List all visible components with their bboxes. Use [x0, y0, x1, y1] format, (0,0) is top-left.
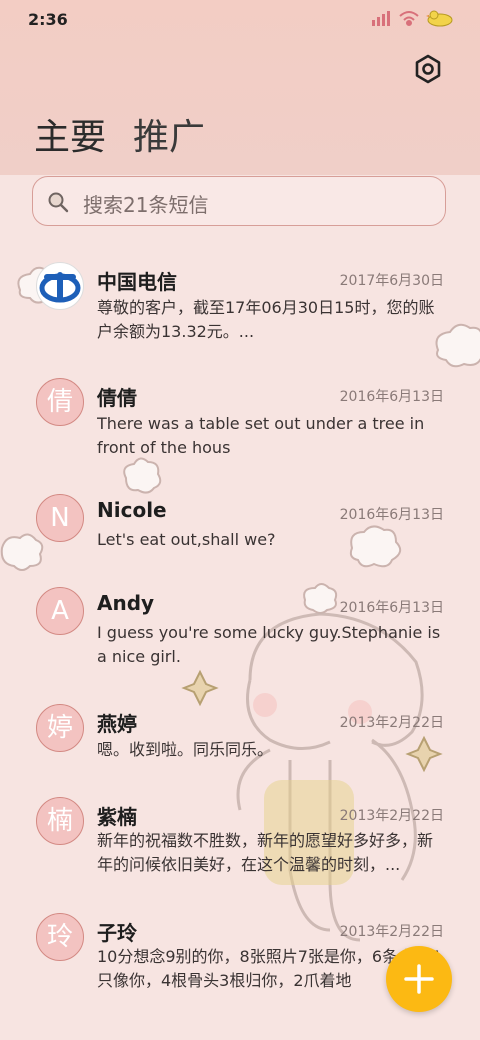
message-date: 2013年2月22日 — [339, 715, 444, 731]
message-date: 2017年6月30日 — [339, 273, 444, 289]
sender-name: 中国电信 — [97, 270, 177, 294]
sender-name: 燕婷 — [97, 712, 137, 736]
avatar — [36, 262, 84, 310]
message-date: 2013年2月22日 — [339, 808, 444, 824]
message-item[interactable]: N Nicole 2016年6月13日 Let's eat out,shall … — [0, 494, 480, 574]
tab-main[interactable]: 主要 — [34, 108, 106, 160]
avatar: 婷 — [36, 704, 84, 752]
message-preview: I guess you're some lucky guy.Stephanie … — [97, 623, 441, 666]
message-preview: Let's eat out,shall we? — [97, 530, 276, 549]
message-preview: 嗯。收到啦。同乐同乐。 — [97, 740, 274, 759]
message-preview: 尊敬的客户，截至17年06月30日15时，您的账户余额为13.32元。... — [97, 298, 435, 341]
sender-name: 子玲 — [97, 921, 137, 945]
wifi-icon — [399, 11, 419, 26]
settings-gear-icon[interactable] — [412, 53, 444, 85]
message-preview: There was a table set out under a tree i… — [97, 414, 425, 457]
status-time: 2:36 — [28, 10, 68, 29]
sender-name: Andy — [97, 591, 155, 615]
avatar: 玲 — [36, 913, 84, 961]
sender-name: 倩倩 — [97, 386, 137, 410]
message-date: 2016年6月13日 — [339, 600, 444, 616]
sender-name: 紫楠 — [97, 805, 137, 829]
message-date: 2016年6月13日 — [339, 507, 444, 523]
search-input[interactable]: 搜索21条短信 — [32, 176, 446, 226]
battery-duck-icon — [426, 10, 453, 27]
search-icon — [48, 192, 69, 213]
signal-icon — [372, 11, 390, 26]
new-message-button[interactable] — [386, 946, 452, 1012]
message-item[interactable]: 楠 紫楠 2013年2月22日 新年的祝福数不胜数，新年的愿望好多好多，新年的问… — [0, 797, 480, 897]
message-item[interactable]: 婷 燕婷 2013年2月22日 嗯。收到啦。同乐同乐。 — [0, 704, 480, 784]
search-placeholder: 搜索21条短信 — [83, 193, 209, 217]
china-telecom-logo-icon — [39, 272, 81, 303]
avatar: 倩 — [36, 378, 84, 426]
message-item[interactable]: 倩 倩倩 2016年6月13日 There was a table set ou… — [0, 378, 480, 478]
avatar: A — [36, 587, 84, 635]
message-item[interactable]: 中国电信 2017年6月30日 尊敬的客户，截至17年06月30日15时，您的账… — [0, 256, 480, 366]
message-item[interactable]: A Andy 2016年6月13日 I guess you're some lu… — [0, 587, 480, 687]
message-date: 2013年2月22日 — [339, 924, 444, 940]
message-date: 2016年6月13日 — [339, 389, 444, 405]
avatar: 楠 — [36, 797, 84, 845]
sender-name: Nicole — [97, 498, 167, 522]
avatar: N — [36, 494, 84, 542]
plus-icon — [404, 964, 434, 994]
status-icons — [372, 9, 454, 27]
message-preview: 新年的祝福数不胜数，新年的愿望好多好多，新年的问候依旧美好，在这个温馨的时刻，.… — [97, 831, 434, 874]
tab-promotions[interactable]: 推广 — [133, 108, 205, 160]
